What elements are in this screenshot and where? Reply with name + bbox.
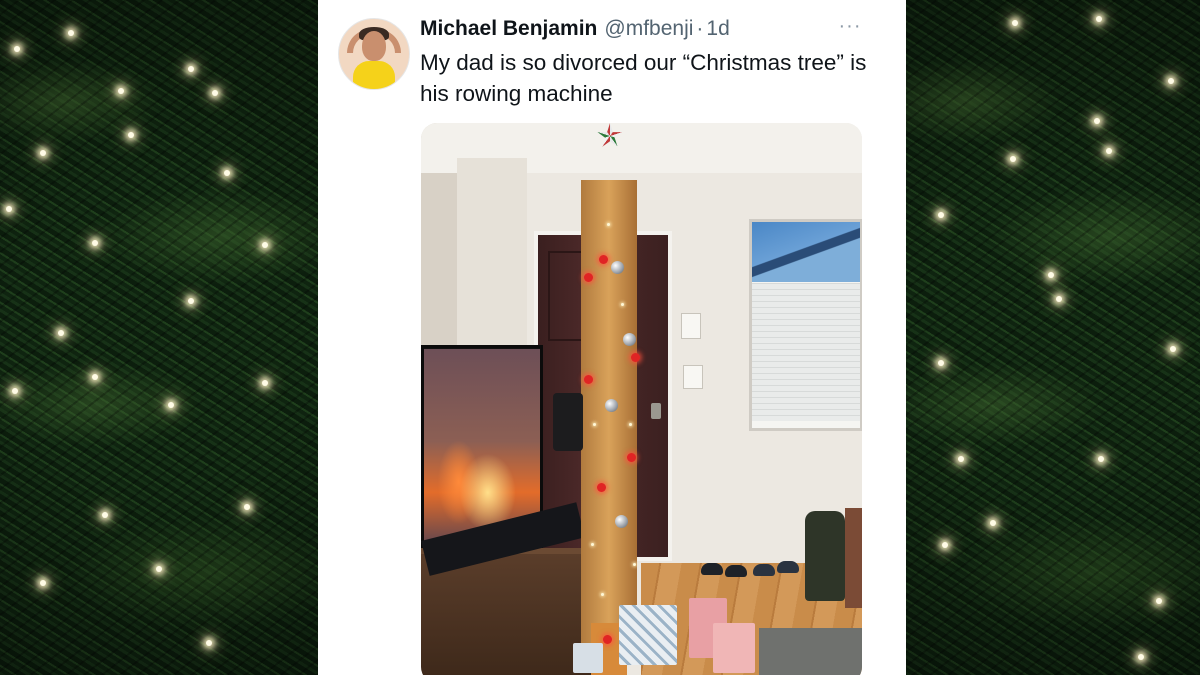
- photo-thermostat: [681, 313, 701, 339]
- photo-string-light: [593, 423, 596, 426]
- tree-light: [206, 640, 212, 646]
- tree-light: [942, 542, 948, 548]
- tree-light: [1170, 346, 1176, 352]
- photo-red-light: [603, 635, 612, 644]
- photo-window-blind: [752, 283, 860, 421]
- tree-light: [212, 90, 218, 96]
- tree-light: [1096, 16, 1102, 22]
- tree-light: [58, 330, 64, 336]
- photo-gift-bag: [713, 623, 755, 673]
- tree-light: [938, 360, 944, 366]
- post-time[interactable]: 1d: [706, 17, 729, 41]
- author-handle[interactable]: @mfbenji: [604, 17, 693, 41]
- tree-light: [958, 456, 964, 462]
- tree-light: [92, 240, 98, 246]
- tree-light: [118, 88, 124, 94]
- tree-light: [40, 150, 46, 156]
- profile-avatar[interactable]: [338, 18, 410, 90]
- tree-light: [262, 380, 268, 386]
- tree-light: [1168, 78, 1174, 84]
- tree-light: [1048, 272, 1054, 278]
- photo-shoe: [725, 565, 747, 577]
- tweet-card[interactable]: Michael Benjamin @mfbenji · 1d ··· My da…: [318, 0, 906, 675]
- photo-ornament: [615, 515, 628, 528]
- tree-light: [990, 520, 996, 526]
- photo-red-light: [584, 375, 593, 384]
- photo-string-light: [591, 543, 594, 546]
- photo-red-light: [597, 483, 606, 492]
- photo-light-switch: [683, 365, 703, 389]
- tweet-header: Michael Benjamin @mfbenji · 1d: [420, 17, 730, 45]
- more-options-icon[interactable]: ···: [836, 16, 864, 40]
- tree-shading: [0, 0, 318, 675]
- tree-light: [1012, 20, 1018, 26]
- tree-light: [1138, 654, 1144, 660]
- photo-side-shelf: [845, 508, 862, 608]
- photo-window-view: [752, 222, 860, 282]
- photo-shoe: [701, 563, 723, 575]
- photo-string-light: [601, 593, 604, 596]
- photo-ornament: [605, 399, 618, 412]
- tweet-photo[interactable]: [421, 123, 862, 675]
- christmas-tree-background-right: [906, 0, 1200, 675]
- photo-string-light: [633, 563, 636, 566]
- photo-rug: [759, 628, 862, 675]
- tree-light: [188, 66, 194, 72]
- photo-red-light: [584, 273, 593, 282]
- tree-light: [6, 206, 12, 212]
- avatar-face: [362, 31, 386, 61]
- tree-light: [40, 580, 46, 586]
- tree-light: [102, 512, 108, 518]
- photo-string-light: [621, 303, 624, 306]
- tree-light: [68, 30, 74, 36]
- tree-light: [1010, 156, 1016, 162]
- photo-shoe: [777, 561, 799, 573]
- photo-gift-box: [573, 643, 603, 673]
- tree-light: [92, 374, 98, 380]
- photo-string-light: [607, 223, 610, 226]
- photo-gift-box: [619, 605, 677, 665]
- tweet-text: My dad is so divorced our “Christmas tre…: [420, 50, 867, 106]
- tree-light: [1056, 296, 1062, 302]
- photo-string-light: [629, 423, 632, 426]
- author-name[interactable]: Michael Benjamin: [420, 17, 597, 41]
- tree-light: [128, 132, 134, 138]
- avatar-shirt: [353, 61, 395, 89]
- photo-shoe: [753, 564, 775, 576]
- photo-rowing-seat: [553, 393, 583, 451]
- tree-light: [168, 402, 174, 408]
- photo-rowing-machine: [581, 180, 637, 655]
- photo-ornament: [611, 261, 624, 274]
- tree-light: [938, 212, 944, 218]
- tree-light: [156, 566, 162, 572]
- photo-red-light: [627, 453, 636, 462]
- tree-light: [224, 170, 230, 176]
- christmas-tree-background-left: [0, 0, 318, 675]
- photo-red-light: [631, 353, 640, 362]
- tree-shading: [906, 0, 1200, 675]
- photo-backpack: [805, 511, 845, 601]
- tree-light: [188, 298, 194, 304]
- tree-light: [1156, 598, 1162, 604]
- tree-light: [1106, 148, 1112, 154]
- tree-light: [14, 46, 20, 52]
- photo-door-lock: [651, 403, 661, 419]
- tree-light: [262, 242, 268, 248]
- photo-red-light: [599, 255, 608, 264]
- tree-light: [1098, 456, 1104, 462]
- separator-dot: ·: [696, 17, 704, 40]
- photo-ornament: [623, 333, 636, 346]
- tree-light: [12, 388, 18, 394]
- tree-light: [1094, 118, 1100, 124]
- tree-light: [244, 504, 250, 510]
